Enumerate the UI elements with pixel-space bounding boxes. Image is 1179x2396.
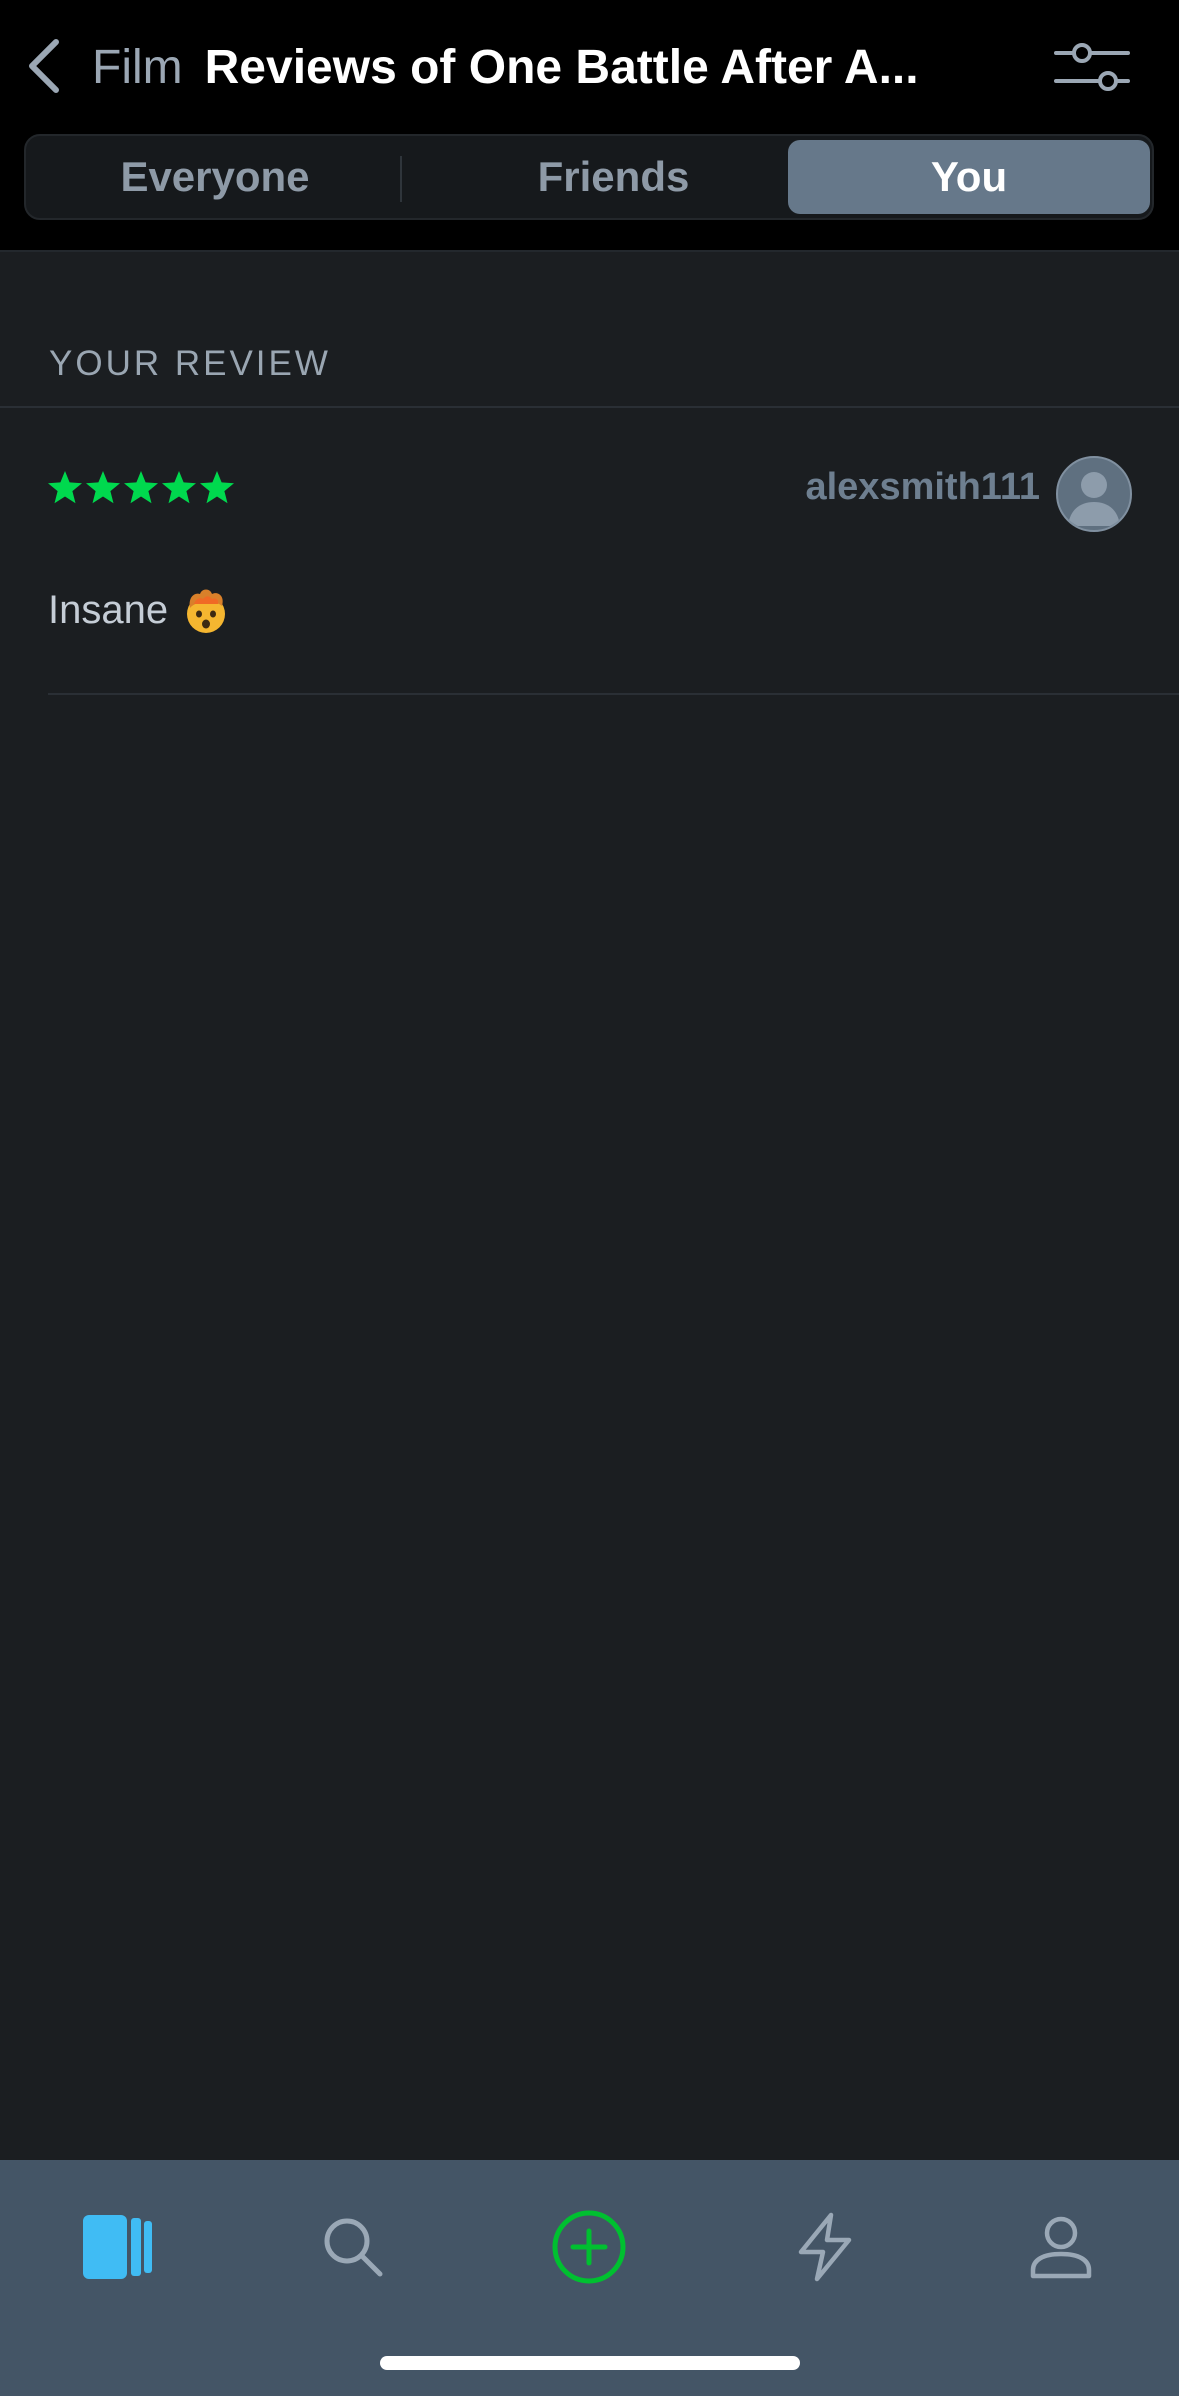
segment-everyone[interactable]: Everyone (30, 140, 400, 214)
star-rating (47, 470, 235, 506)
review-filter-segmented-control: Everyone Friends You (24, 134, 1154, 220)
segment-you[interactable]: You (788, 140, 1150, 214)
page-title: Reviews of One Battle After A... (204, 40, 919, 94)
top-bar: Film Reviews of One Battle After A... Ev… (0, 0, 1179, 252)
star-icon (200, 471, 234, 504)
star-icon (162, 471, 196, 504)
chevron-left-icon (29, 39, 59, 93)
review-divider (48, 693, 1179, 695)
review-text: Insane (48, 587, 169, 632)
review-body[interactable]: Insane (48, 586, 230, 634)
segment-divider (400, 156, 402, 202)
search-icon (324, 2218, 383, 2277)
tab-search[interactable] (298, 2192, 408, 2302)
star-icon (48, 471, 82, 504)
title-row: Film Reviews of One Battle After A... (92, 30, 992, 104)
avatar[interactable] (1056, 456, 1132, 532)
profile-icon (1030, 2216, 1092, 2279)
person-placeholder-icon (1068, 472, 1120, 526)
filter-button[interactable] (1052, 34, 1132, 100)
star-icon (124, 471, 158, 504)
sliders-icon (1054, 43, 1130, 91)
star-icon (86, 471, 120, 504)
breadcrumb[interactable]: Film (92, 40, 183, 95)
tab-profile[interactable] (1006, 2192, 1116, 2302)
review-username[interactable]: alexsmith111 (780, 466, 1040, 509)
add-icon (552, 2210, 626, 2284)
tab-add[interactable] (534, 2192, 644, 2302)
films-icon (83, 2215, 152, 2279)
activity-icon (798, 2212, 852, 2282)
back-button[interactable] (22, 34, 66, 98)
section-heading: YOUR REVIEW (49, 344, 331, 383)
exploding-head-emoji (187, 589, 226, 633)
segment-friends[interactable]: Friends (426, 140, 801, 214)
home-indicator[interactable] (380, 2356, 800, 2370)
tab-activity[interactable] (770, 2192, 880, 2302)
section-divider (0, 406, 1179, 408)
tab-films[interactable] (62, 2192, 172, 2302)
